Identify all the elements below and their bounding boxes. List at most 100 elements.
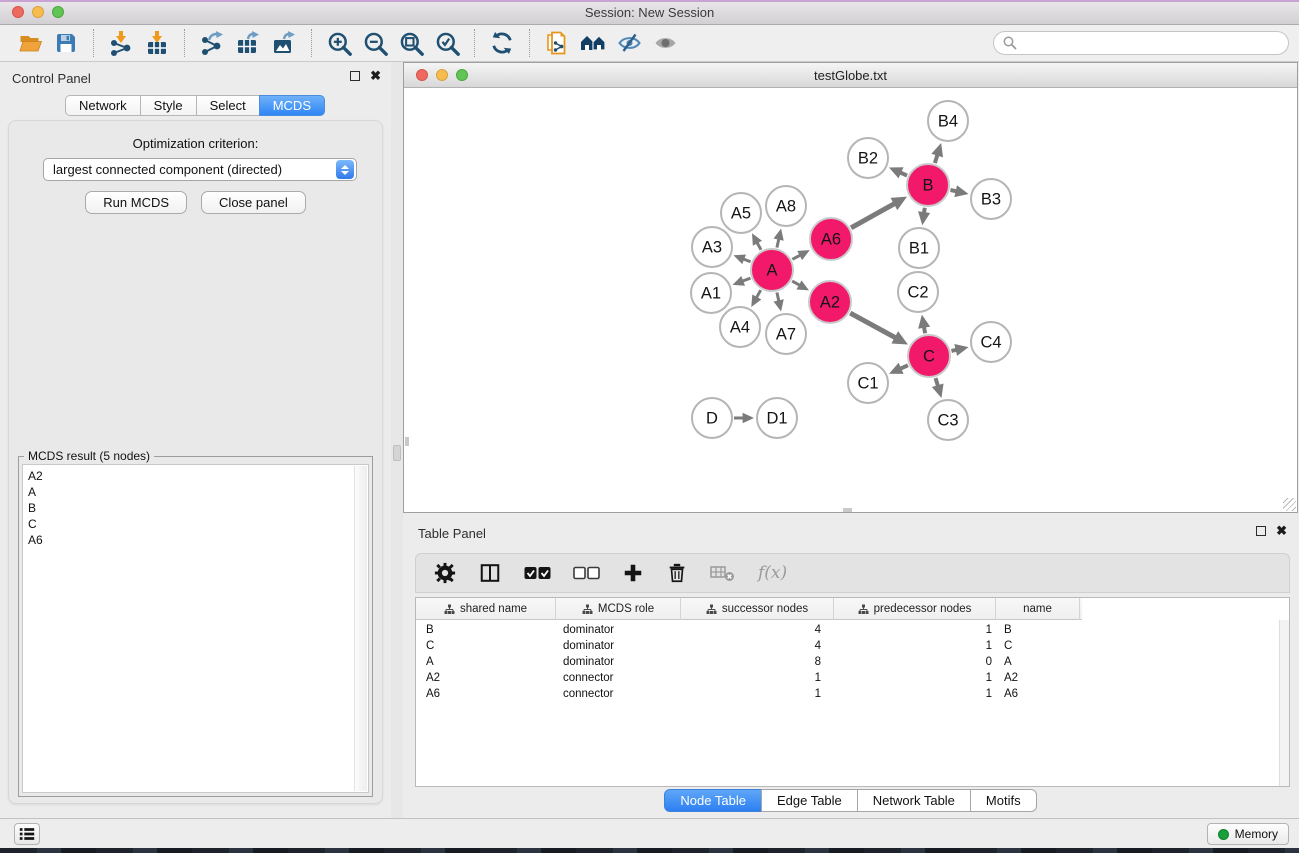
graph-node-B2[interactable]: B2: [848, 138, 888, 178]
graph-node-A5[interactable]: A5: [721, 193, 761, 233]
graph-node-D[interactable]: D: [692, 398, 732, 438]
create-column-button[interactable]: [622, 562, 644, 584]
new-network-from-selection-button[interactable]: [539, 27, 575, 59]
graph-node-A8[interactable]: A8: [766, 186, 806, 226]
tab-mcds[interactable]: MCDS: [259, 95, 325, 116]
network-window-titlebar[interactable]: testGlobe.txt: [404, 63, 1297, 88]
open-session-button[interactable]: [12, 27, 48, 59]
export-table-button[interactable]: [230, 27, 266, 59]
first-neighbors-button[interactable]: [575, 27, 611, 59]
graph-node-D1[interactable]: D1: [757, 398, 797, 438]
close-panel-icon[interactable]: ✖: [370, 71, 381, 81]
memory-button[interactable]: Memory: [1207, 823, 1289, 845]
network-graph[interactable]: A A1 A3 A4 A5 A7 A8A6 A2 B B1 B2 B3B4 C C1 C2 C3C4 D D1: [404, 89, 1297, 513]
graph-node-B1[interactable]: B1: [899, 228, 939, 268]
splitter-grip[interactable]: [393, 445, 401, 461]
table-row[interactable]: A2connector11A2: [416, 670, 1289, 686]
tab-select[interactable]: Select: [196, 95, 260, 116]
table-header-row: shared nameMCDS rolesuccessor nodesprede…: [416, 598, 1082, 620]
window-resize-grip[interactable]: [1283, 498, 1296, 511]
table-row[interactable]: Bdominator41B: [416, 622, 1289, 638]
graph-node-A1[interactable]: A1: [691, 273, 731, 313]
graph-node-A2[interactable]: A2: [809, 281, 851, 323]
graph-node-A7[interactable]: A7: [766, 314, 806, 354]
delete-table-button[interactable]: [710, 563, 736, 583]
column-type-icon: [858, 604, 869, 615]
column-header-predecessor-nodes[interactable]: predecessor nodes: [834, 598, 996, 620]
column-header-successor-nodes[interactable]: successor nodes: [681, 598, 834, 620]
graph-node-C3[interactable]: C3: [928, 400, 968, 440]
tab-style[interactable]: Style: [140, 95, 197, 116]
houses-icon: [579, 31, 607, 55]
graph-node-A4[interactable]: A4: [720, 307, 760, 347]
table-scrollbar[interactable]: [1279, 620, 1289, 786]
graph-node-C4[interactable]: C4: [971, 322, 1011, 362]
control-panel-title: Control Panel: [12, 71, 91, 86]
zoom-selected-button[interactable]: [429, 27, 465, 59]
graph-node-A3[interactable]: A3: [692, 227, 732, 267]
save-floppy-icon: [54, 31, 78, 55]
graph-edge-A6-B[interactable]: [851, 203, 895, 228]
float-panel-icon[interactable]: [350, 71, 360, 81]
graph-node-B[interactable]: B: [907, 164, 949, 206]
zoom-out-button[interactable]: [357, 27, 393, 59]
result-list-scrollbar[interactable]: [354, 466, 367, 791]
zoom-in-button[interactable]: [321, 27, 357, 59]
table-row[interactable]: Adominator80A: [416, 654, 1289, 670]
float-table-panel-icon[interactable]: [1256, 526, 1266, 536]
toolbar-separator: [474, 29, 475, 57]
table-settings-button[interactable]: [434, 562, 456, 584]
search-input[interactable]: [1018, 33, 1288, 53]
show-graphics-details-button[interactable]: [647, 27, 683, 59]
apply-layout-button[interactable]: [484, 27, 520, 59]
window-titlebar: Session: New Session: [0, 0, 1299, 25]
select-all-columns-button[interactable]: [524, 566, 551, 580]
export-image-button[interactable]: [266, 27, 302, 59]
task-history-button[interactable]: [14, 823, 40, 845]
close-panel-button[interactable]: Close panel: [201, 191, 306, 214]
tab-motifs[interactable]: Motifs: [970, 789, 1037, 812]
hide-graphics-details-button[interactable]: [611, 27, 647, 59]
column-header-shared-name[interactable]: shared name: [416, 598, 556, 620]
run-mcds-button[interactable]: Run MCDS: [85, 191, 187, 214]
graph-node-A6[interactable]: A6: [810, 218, 852, 260]
unselect-all-columns-button[interactable]: [573, 566, 600, 580]
graph-node-C2[interactable]: C2: [898, 272, 938, 312]
column-header-name[interactable]: name: [996, 598, 1080, 620]
criterion-select[interactable]: largest connected component (directed): [43, 158, 357, 181]
table-row[interactable]: Cdominator41C: [416, 638, 1289, 654]
delete-columns-button[interactable]: [666, 562, 688, 584]
tab-network[interactable]: Network: [65, 95, 141, 116]
import-network-button[interactable]: [103, 27, 139, 59]
graph-node-B4[interactable]: B4: [928, 101, 968, 141]
graph-edge-A2-C[interactable]: [850, 313, 896, 338]
canvas-scroll-mark: [405, 437, 409, 446]
graph-node-C[interactable]: C: [908, 335, 950, 377]
tab-node-table[interactable]: Node Table: [664, 789, 762, 812]
column-header-MCDS-role[interactable]: MCDS role: [556, 598, 681, 620]
table-row[interactable]: A6connector11A6: [416, 686, 1289, 702]
export-network-button[interactable]: [194, 27, 230, 59]
network-canvas[interactable]: A A1 A3 A4 A5 A7 A8A6 A2 B B1 B2 B3B4 C C1 C2 C3C4 D D1: [404, 89, 1297, 512]
show-column-button[interactable]: [478, 562, 502, 584]
table-cell: dominator: [556, 654, 681, 670]
mcds-result-list[interactable]: A2ABCA6: [22, 464, 369, 793]
graph-node-C1[interactable]: C1: [848, 363, 888, 403]
criterion-selected-value: largest connected component (directed): [53, 162, 282, 177]
panel-splitter[interactable]: [391, 62, 403, 818]
function-builder-button[interactable]: f(x): [758, 563, 787, 583]
zoom-fit-button[interactable]: [393, 27, 429, 59]
save-session-button[interactable]: [48, 27, 84, 59]
graph-node-B3[interactable]: B3: [971, 179, 1011, 219]
tab-edge-table[interactable]: Edge Table: [761, 789, 858, 812]
import-table-button[interactable]: [139, 27, 175, 59]
export-network-icon: [199, 30, 225, 56]
close-table-panel-icon[interactable]: ✖: [1276, 526, 1287, 536]
mcds-result-item: A6: [23, 532, 368, 548]
zoom-fit-icon: [398, 30, 425, 57]
graph-node-A[interactable]: A: [751, 249, 793, 291]
search-field[interactable]: [993, 31, 1289, 55]
graph-edge-arrowhead: [918, 211, 930, 225]
svg-text:A7: A7: [776, 326, 796, 344]
tab-network-table[interactable]: Network Table: [857, 789, 971, 812]
